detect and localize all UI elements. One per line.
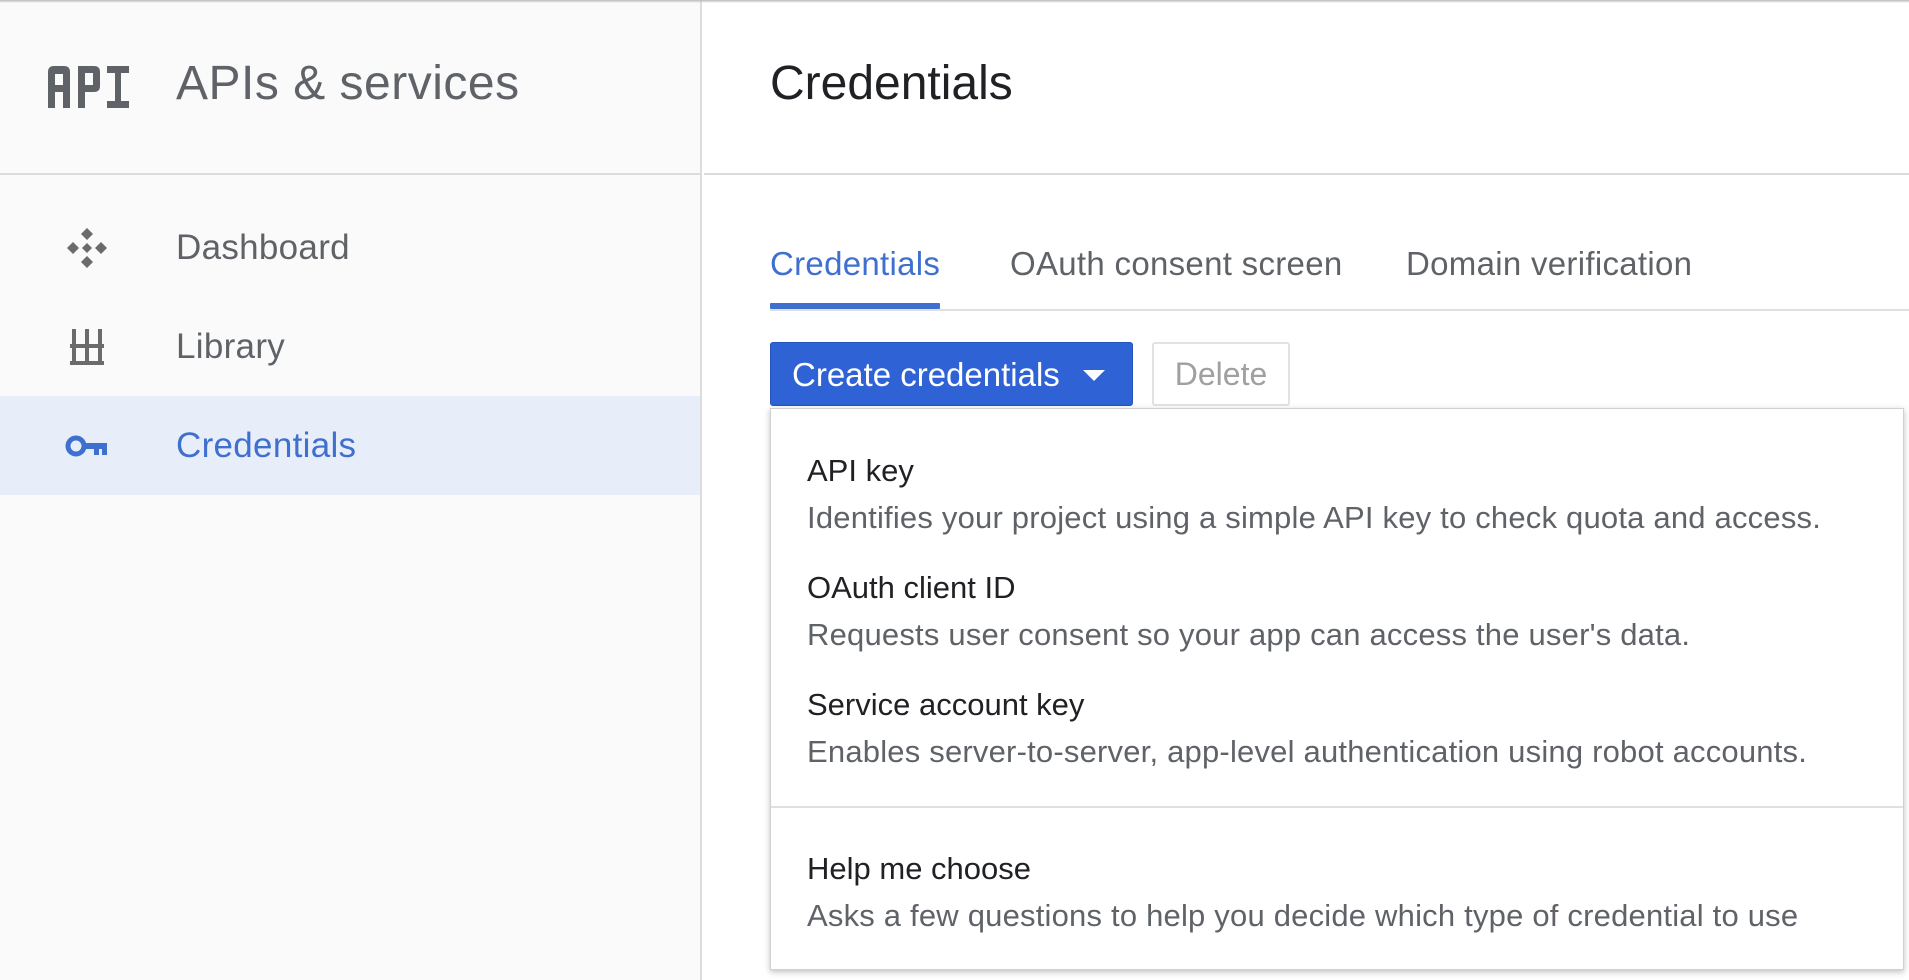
tab-bar: Credentials OAuth consent screen Domain … [770,220,1909,311]
menu-item-description: Identifies your project using a simple A… [807,500,1822,535]
menu-item-description: Asks a few questions to help you decide … [807,898,1799,933]
page-title: Credentials [770,57,1013,110]
caret-down-icon [1083,370,1105,381]
tab-oauth-consent-screen[interactable]: OAuth consent screen [1010,245,1343,283]
main-header: Credentials [704,0,1909,175]
sidebar-item-label: Library [176,327,286,366]
active-tab-indicator [770,303,940,309]
menu-item-help-me-choose[interactable]: Help me choose Asks a few questions to h… [771,851,1903,941]
delete-button: Delete [1152,342,1290,406]
tab-credentials[interactable]: Credentials [770,245,940,283]
create-credentials-button[interactable]: Create credentials [770,342,1133,406]
menu-item-service-account-key[interactable]: Service account key Enables server-to-se… [771,687,1903,777]
menu-item-oauth-client-id[interactable]: OAuth client ID Requests user consent so… [771,570,1903,660]
sidebar-item-dashboard[interactable]: Dashboard [0,198,700,297]
menu-divider [771,806,1903,808]
menu-item-title: API key [807,453,914,488]
sidebar-header: APIs & services [0,0,700,175]
menu-item-title: OAuth client ID [807,570,1016,605]
sidebar-item-library[interactable]: Library [0,297,700,396]
menu-item-api-key[interactable]: API key Identifies your project using a … [771,453,1903,543]
create-credentials-menu: API key Identifies your project using a … [770,408,1904,970]
sidebar-nav: Dashboard Library Credentials [0,198,700,495]
dashboard-icon [63,227,111,269]
api-logo-icon [48,66,129,108]
create-credentials-label: Create credentials [792,356,1060,393]
sidebar-item-credentials[interactable]: Credentials [0,396,700,495]
tab-domain-verification[interactable]: Domain verification [1406,245,1692,283]
library-icon [63,326,111,368]
key-icon [63,425,111,467]
top-shadow [0,0,1909,3]
menu-item-description: Enables server-to-server, app-level auth… [807,734,1808,769]
sidebar-item-label: Dashboard [176,228,350,267]
sidebar: APIs & services Dashboard Library Creden… [0,0,702,980]
menu-item-description: Requests user consent so your app can ac… [807,617,1691,652]
sidebar-item-label: Credentials [176,426,357,465]
menu-item-title: Service account key [807,687,1085,722]
sidebar-title: APIs & services [176,57,520,110]
menu-item-title: Help me choose [807,851,1032,886]
